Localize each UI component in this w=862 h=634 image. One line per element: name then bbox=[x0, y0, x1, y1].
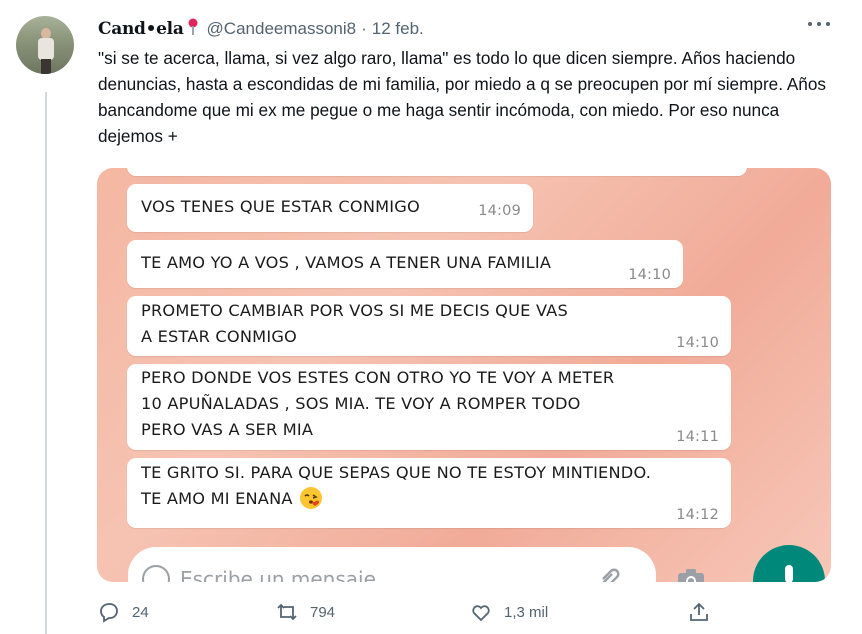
chat-message-time: 14:11 bbox=[676, 429, 719, 445]
chat-bubble-partial bbox=[127, 168, 747, 176]
reply-button[interactable]: 24 bbox=[98, 598, 149, 626]
tweet-media[interactable]: VOS TENES QUE ESTAR CONMIGO 14:09 TE AMO… bbox=[97, 168, 831, 582]
thread-line bbox=[45, 92, 47, 634]
separator-dot: · bbox=[361, 19, 367, 38]
chat-message-time: 14:10 bbox=[628, 267, 671, 283]
tweet-actions: 24 794 1,3 mil bbox=[98, 598, 838, 626]
chat-message-text: TE AMO YO A VOS , VAMOS A TENER UNA FAMI… bbox=[141, 253, 552, 272]
handle[interactable]: @Candeemassoni8 bbox=[207, 19, 357, 39]
chat-message-time: 14:10 bbox=[676, 335, 719, 351]
paperclip-icon[interactable] bbox=[596, 565, 622, 582]
avatar-figure-body bbox=[38, 38, 54, 60]
chat-bubble: VOS TENES QUE ESTAR CONMIGO 14:09 bbox=[127, 184, 533, 232]
like-count: 1,3 mil bbox=[504, 603, 549, 621]
chat-bubble: PROMETO CAMBIAR POR VOS SI ME DECIS QUE … bbox=[127, 296, 731, 356]
camera-icon[interactable] bbox=[676, 567, 706, 582]
retweet-count: 794 bbox=[310, 603, 336, 621]
chat-bubble: TE GRITO SI. PARA QUE SEPAS QUE NO TE ES… bbox=[127, 458, 731, 528]
display-name[interactable]: Cand•ela bbox=[98, 19, 184, 39]
chat-bubble: TE AMO YO A VOS , VAMOS A TENER UNA FAMI… bbox=[127, 240, 683, 288]
tweet-date[interactable]: 12 feb. bbox=[372, 19, 424, 39]
like-button[interactable]: 1,3 mil bbox=[470, 598, 548, 626]
chat-message-text: TE GRITO SI. PARA QUE SEPAS QUE NO TE ES… bbox=[141, 463, 652, 508]
tweet-header: Cand•ela @Candeemassoni8 · 12 feb. bbox=[98, 17, 424, 41]
avatar-figure-legs bbox=[41, 59, 51, 74]
microphone-icon bbox=[785, 565, 793, 582]
reply-icon bbox=[100, 603, 118, 623]
avatar[interactable] bbox=[16, 16, 74, 74]
pin-icon bbox=[187, 18, 199, 36]
retweet-icon bbox=[277, 603, 297, 621]
chat-bubble: PERO DONDE VOS ESTES CON OTRO YO TE VOY … bbox=[127, 364, 731, 450]
emoji-smile-icon[interactable] bbox=[142, 565, 170, 582]
microphone-button[interactable] bbox=[753, 545, 825, 582]
chat-message-time: 14:12 bbox=[676, 507, 719, 523]
reply-count: 24 bbox=[132, 603, 149, 621]
kiss-face-icon bbox=[299, 486, 323, 510]
retweet-button[interactable]: 794 bbox=[276, 598, 335, 626]
compose-placeholder[interactable]: Escribe un mensaje bbox=[180, 567, 376, 582]
chat-message-text: PERO DONDE VOS ESTES CON OTRO YO TE VOY … bbox=[141, 368, 615, 439]
chat-message-text: PROMETO CAMBIAR POR VOS SI ME DECIS QUE … bbox=[141, 301, 568, 346]
share-icon bbox=[690, 602, 708, 621]
chat-message-time: 14:09 bbox=[478, 203, 521, 219]
chat-message-text: VOS TENES QUE ESTAR CONMIGO bbox=[141, 197, 420, 216]
compose-bar[interactable]: Escribe un mensaje bbox=[128, 547, 704, 582]
tweet-text: "si se te acerca, llama, si vez algo rar… bbox=[98, 48, 827, 146]
more-options-icon[interactable] bbox=[808, 22, 830, 30]
share-button[interactable] bbox=[688, 598, 710, 626]
heart-icon bbox=[472, 605, 490, 622]
